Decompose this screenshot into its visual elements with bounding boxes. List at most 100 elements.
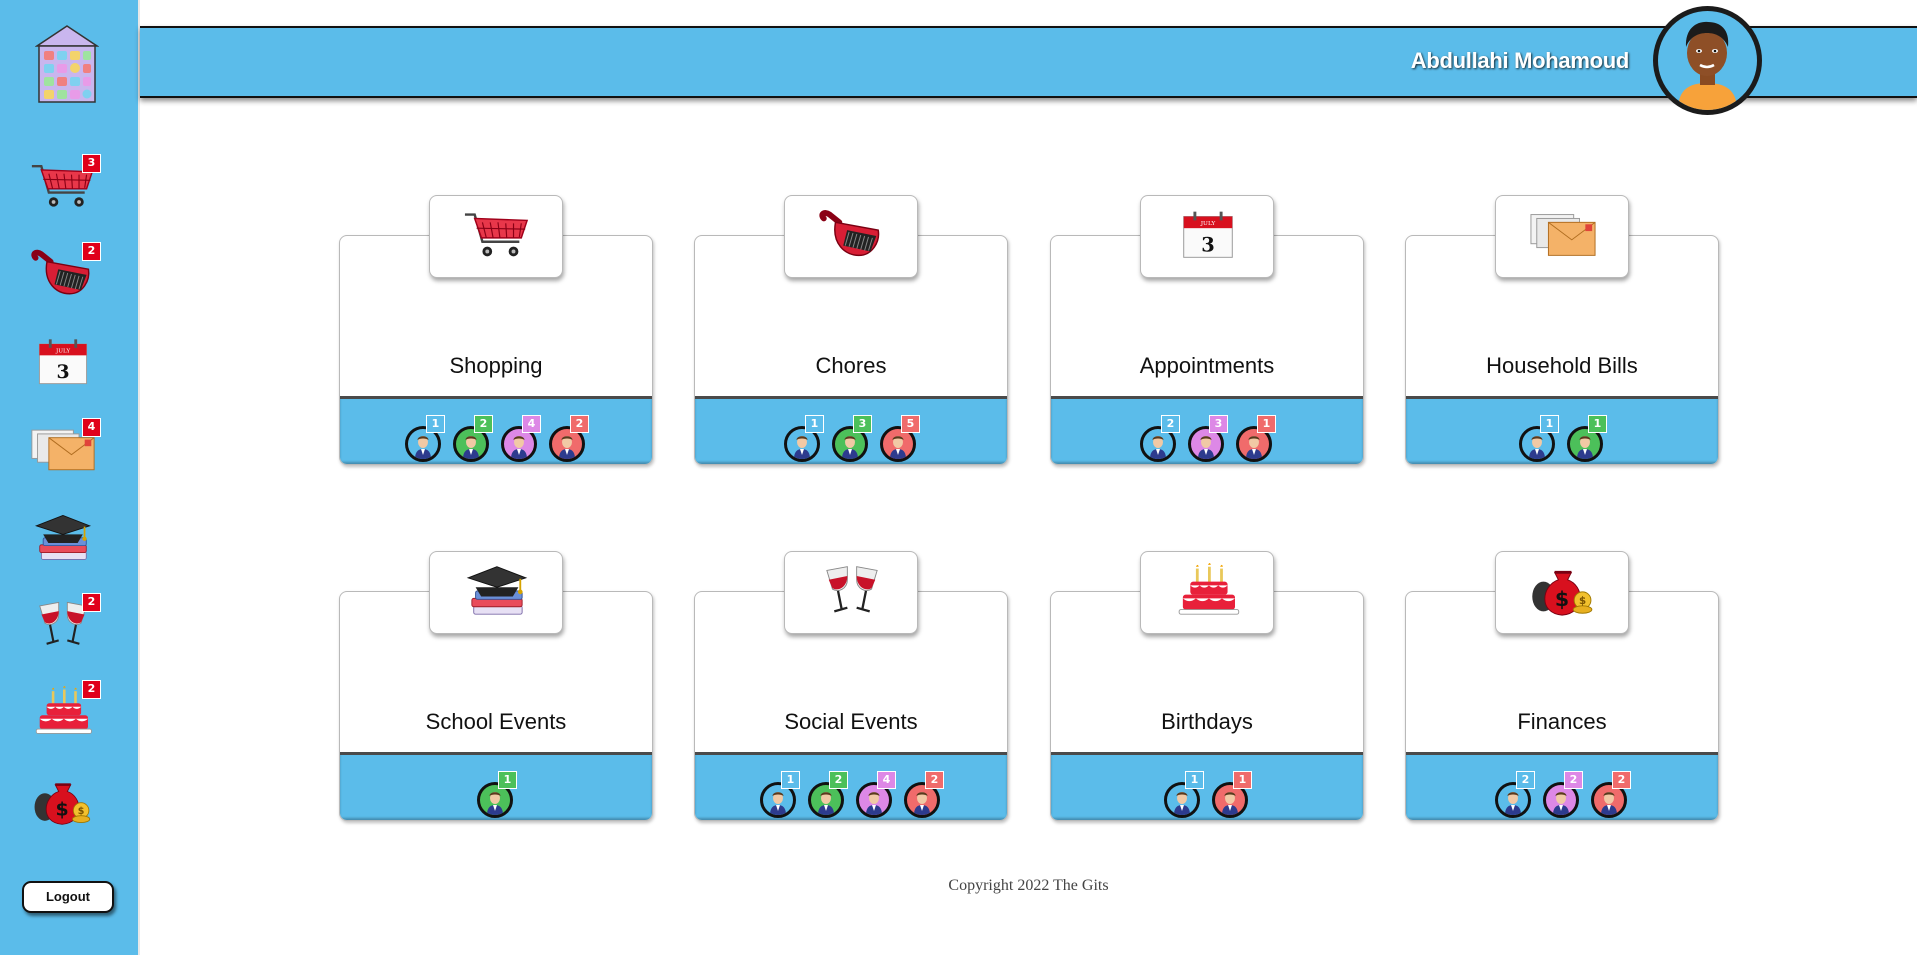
family-member-avatar-purple[interactable]: 4 <box>856 771 896 818</box>
sidebar-item-appointments[interactable]: JULY 3 <box>30 336 104 402</box>
logout-button[interactable]: Logout <box>22 881 114 913</box>
member-count-badge: 1 <box>1257 415 1276 433</box>
family-member-avatar-red[interactable]: 2 <box>1591 771 1631 818</box>
card-members-bar: 1 2 4 2 <box>340 396 652 464</box>
category-card-social-events[interactable]: Social Events 1 2 4 2 <box>694 551 1008 821</box>
member-count-badge: 1 <box>426 415 445 433</box>
card-icon-box: JULY 3 <box>1140 195 1274 278</box>
family-member-avatar-blue[interactable]: 1 <box>1164 771 1204 818</box>
family-member-avatar-green[interactable]: 3 <box>832 415 872 462</box>
member-count-badge: 3 <box>853 415 872 433</box>
card-title: Finances <box>1517 709 1607 734</box>
card-title: Chores <box>815 353 887 378</box>
family-member-avatar-green[interactable]: 2 <box>453 415 493 462</box>
sidebar-item-birthdays[interactable]: 2 <box>30 680 104 752</box>
family-member-avatar-red[interactable]: 2 <box>549 415 589 462</box>
sidebar-item-shopping[interactable]: 3 <box>30 154 104 226</box>
family-member-avatar-blue[interactable]: 2 <box>1495 771 1535 818</box>
category-card-household-bills[interactable]: Household Bills 1 1 <box>1405 195 1719 465</box>
category-card-finances[interactable]: Finances 2 2 2 $ $ <box>1405 551 1719 821</box>
card-title: School Events <box>425 709 567 734</box>
category-card-chores[interactable]: Chores 1 3 5 <box>694 195 1008 465</box>
family-member-avatar-green[interactable]: 1 <box>1567 415 1607 462</box>
svg-text:$: $ <box>56 799 69 821</box>
svg-text:$: $ <box>1579 595 1586 607</box>
member-count-badge: 2 <box>570 415 589 433</box>
svg-text:JULY: JULY <box>1200 221 1216 227</box>
card-icon-box: $ $ <box>1495 551 1629 634</box>
family-member-avatar-blue[interactable]: 1 <box>760 771 800 818</box>
category-card-birthdays[interactable]: Birthdays 1 1 <box>1050 551 1364 821</box>
svg-text:$: $ <box>1555 587 1569 611</box>
member-count-badge: 1 <box>1588 415 1607 433</box>
family-member-avatar-green[interactable]: 2 <box>808 771 848 818</box>
user-name: Abdullahi Mohamoud <box>1410 48 1630 73</box>
family-member-avatar-purple[interactable]: 4 <box>501 415 541 462</box>
member-count-badge: 4 <box>522 415 541 433</box>
card-title: Shopping <box>449 353 543 378</box>
sidebar: 3 2 JULY 3 4 2 2 $ $ Logout <box>0 0 140 955</box>
member-count-badge: 2 <box>474 415 493 433</box>
member-count-badge: 2 <box>1564 771 1583 789</box>
family-member-avatar-red[interactable]: 1 <box>1212 771 1252 818</box>
top-header: Abdullahi Mohamoud <box>140 26 1917 98</box>
family-member-avatar-red[interactable]: 1 <box>1236 415 1276 462</box>
svg-text:$: $ <box>78 806 85 817</box>
member-count-badge: 1 <box>1233 771 1252 789</box>
notification-badge: 2 <box>82 593 101 612</box>
member-count-badge: 1 <box>1185 771 1204 789</box>
notification-badge: 4 <box>82 418 101 437</box>
svg-text:3: 3 <box>1201 233 1215 256</box>
member-count-badge: 2 <box>925 771 944 789</box>
card-members-bar: 2 3 1 <box>1051 396 1363 464</box>
user-avatar[interactable] <box>1653 6 1762 115</box>
family-member-avatar-purple[interactable]: 3 <box>1188 415 1228 462</box>
member-count-badge: 2 <box>1161 415 1180 433</box>
copyright-footer: Copyright 2022 The Gits <box>948 877 1109 894</box>
member-count-badge: 1 <box>781 771 800 789</box>
sidebar-item-school-events[interactable] <box>30 512 104 578</box>
member-count-badge: 1 <box>805 415 824 433</box>
family-member-avatar-blue[interactable]: 1 <box>405 415 445 462</box>
sidebar-item-social-events[interactable]: 2 <box>30 593 104 665</box>
category-card-shopping[interactable]: Shopping 1 2 4 2 <box>339 195 653 465</box>
member-count-badge: 1 <box>498 771 517 789</box>
card-icon-box <box>1140 551 1274 634</box>
family-member-avatar-blue[interactable]: 1 <box>784 415 824 462</box>
card-title: Birthdays <box>1161 709 1253 734</box>
category-card-school-events[interactable]: School Events 1 <box>339 551 653 821</box>
notification-badge: 2 <box>82 680 101 699</box>
notification-badge: 3 <box>82 154 101 173</box>
notification-badge: 2 <box>82 242 101 261</box>
home-logo-icon[interactable] <box>34 24 100 104</box>
card-title: Social Events <box>784 709 918 734</box>
card-icon-box <box>429 195 563 278</box>
card-members-bar: 1 2 4 2 <box>695 752 1007 820</box>
svg-text:JULY: JULY <box>55 349 70 355</box>
card-title: Household Bills <box>1486 353 1638 378</box>
card-members-bar: 2 2 2 <box>1406 752 1718 820</box>
card-icon-box <box>784 195 918 278</box>
member-count-badge: 5 <box>901 415 920 433</box>
card-members-bar: 1 <box>340 752 652 820</box>
member-count-badge: 2 <box>1612 771 1631 789</box>
card-title: Appointments <box>1139 353 1275 378</box>
sidebar-item-finances[interactable]: $ $ <box>30 776 104 842</box>
category-card-appointments[interactable]: Appointments 2 3 1 JULY 3 <box>1050 195 1364 465</box>
card-members-bar: 1 1 <box>1406 396 1718 464</box>
family-member-avatar-green[interactable]: 1 <box>477 771 517 818</box>
family-member-avatar-red[interactable]: 2 <box>904 771 944 818</box>
family-member-avatar-purple[interactable]: 2 <box>1543 771 1583 818</box>
family-member-avatar-red[interactable]: 5 <box>880 415 920 462</box>
member-count-badge: 2 <box>829 771 848 789</box>
family-member-avatar-blue[interactable]: 1 <box>1519 415 1559 462</box>
member-count-badge: 4 <box>877 771 896 789</box>
card-icon-box <box>784 551 918 634</box>
card-icon-box <box>429 551 563 634</box>
family-member-avatar-blue[interactable]: 2 <box>1140 415 1180 462</box>
card-members-bar: 1 3 5 <box>695 396 1007 464</box>
sidebar-item-chores[interactable]: 2 <box>30 242 104 314</box>
member-count-badge: 3 <box>1209 415 1228 433</box>
sidebar-item-household-bills[interactable]: 4 <box>30 418 104 490</box>
card-icon-box <box>1495 195 1629 278</box>
